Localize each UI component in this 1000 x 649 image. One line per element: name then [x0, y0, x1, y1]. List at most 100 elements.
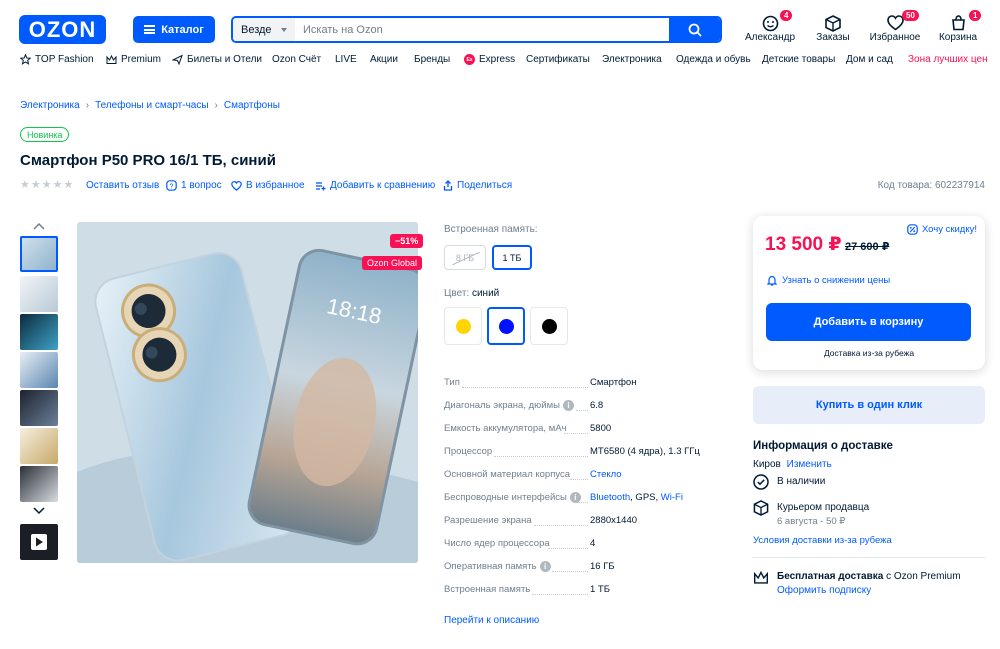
- nav-item-certificates[interactable]: Сертификаты: [526, 54, 590, 65]
- wifi-link[interactable]: Wi-Fi: [661, 492, 683, 503]
- header-cart[interactable]: 1 Корзина: [939, 10, 982, 43]
- chevron-right-icon: ›: [85, 100, 90, 111]
- info-icon[interactable]: i: [562, 400, 574, 411]
- want-discount-link[interactable]: Хочу скидку!: [907, 224, 977, 235]
- nav-item-clothes[interactable]: Одежда и обувь: [676, 54, 751, 65]
- spec-value: 16 ГБ: [590, 561, 615, 572]
- color-option-black[interactable]: [530, 307, 568, 345]
- search-scope-select[interactable]: Везде: [233, 18, 295, 41]
- spec-value: 2880x1440: [590, 515, 638, 526]
- nav-label: Зона лучших цен: [908, 54, 988, 65]
- premium-delivery-row: Бесплатная доставка с Ozon Premium Оформ…: [753, 571, 961, 596]
- nav-label: Электроника: [602, 54, 662, 65]
- to-description-link[interactable]: Перейти к описанию: [444, 615, 539, 626]
- spec-leader: [552, 571, 588, 572]
- nav-item-home-garden[interactable]: Дом и сад: [846, 54, 893, 65]
- chevron-down-icon[interactable]: [32, 506, 46, 516]
- question-icon: ?: [166, 180, 177, 191]
- change-city-link[interactable]: Изменить: [787, 459, 832, 470]
- in-stock-row: В наличии: [753, 474, 825, 490]
- breadcrumb: Электроника › Телефоны и смарт-часы › См…: [20, 100, 280, 111]
- ozon-logo[interactable]: OZON: [19, 15, 106, 44]
- catalog-button[interactable]: Каталог: [133, 16, 215, 43]
- user-icon: [760, 14, 780, 32]
- search-input[interactable]: [295, 18, 669, 41]
- thumbnail-image[interactable]: [20, 390, 58, 426]
- thumbnail-image[interactable]: [20, 236, 58, 272]
- delivery-title: Информация о доставке: [753, 440, 893, 452]
- spec-value-link[interactable]: Стекло: [590, 469, 622, 480]
- add-to-cart-button[interactable]: Добавить в корзину: [766, 303, 971, 341]
- nav-item-live[interactable]: LIVE: [335, 54, 357, 65]
- subscribe-link[interactable]: Оформить подписку: [777, 585, 961, 596]
- info-icon[interactable]: i: [539, 561, 551, 572]
- star-icon: [20, 54, 31, 65]
- chevron-right-icon: ›: [214, 100, 218, 111]
- nav-item-kids[interactable]: Детские товары: [762, 54, 835, 65]
- color-option-blue[interactable]: [487, 307, 525, 345]
- nav-label: Express: [479, 54, 516, 65]
- spec-value: 1 ТБ: [590, 584, 610, 595]
- memory-option-1tb[interactable]: 1 ТБ: [492, 245, 532, 270]
- spec-name: Число ядер процессора: [444, 538, 550, 549]
- search-button[interactable]: [669, 18, 720, 41]
- spec-name: Разрешение экрана: [444, 515, 532, 526]
- express-icon: Ex: [464, 54, 475, 65]
- spec-row: Процессор MT6580 (4 ядра), 1.3 ГГц: [444, 446, 700, 460]
- spec-row: Емкость аккумулятора, мАч 5800: [444, 423, 694, 437]
- breadcrumb-item[interactable]: Телефоны и смарт-часы: [95, 100, 208, 111]
- compare-label: Добавить к сравнению: [330, 180, 436, 191]
- questions-link[interactable]: ? 1 вопрос: [166, 180, 222, 191]
- thumbnail-image[interactable]: [20, 352, 58, 388]
- in-stock-label: В наличии: [777, 476, 826, 487]
- add-to-compare-link[interactable]: Добавить к сравнению: [315, 180, 435, 191]
- thumbnail-image[interactable]: [20, 314, 58, 350]
- thumbnail-image[interactable]: [20, 428, 58, 464]
- nav-item-top-fashion[interactable]: TOP Fashion: [20, 54, 94, 65]
- memory-option-label: Встроенная память:: [444, 224, 538, 235]
- buy-one-click-button[interactable]: Купить в один клик: [753, 386, 985, 424]
- delivery-conditions-link[interactable]: Условия доставки из-за рубежа: [753, 535, 892, 546]
- video-thumbnail[interactable]: [20, 524, 58, 560]
- add-to-favorites-link[interactable]: В избранное: [231, 180, 305, 191]
- nav-item-premium[interactable]: Premium: [106, 54, 161, 65]
- nav-item-brands[interactable]: Бренды: [414, 54, 450, 65]
- delivery-city-row: Киров Изменить: [753, 459, 832, 470]
- svg-text:?: ?: [170, 183, 174, 190]
- star-icon: ★: [52, 179, 63, 191]
- color-option-yellow[interactable]: [444, 307, 482, 345]
- favorites-label: В избранное: [246, 180, 305, 191]
- spec-leader: [532, 594, 588, 595]
- breadcrumb-item[interactable]: Смартфоны: [224, 100, 280, 111]
- nav-item-ozon-account[interactable]: Ozon Счёт: [272, 54, 321, 65]
- nav-item-express[interactable]: Ex Express: [464, 54, 515, 65]
- share-link[interactable]: Поделиться: [443, 180, 512, 191]
- breadcrumb-item[interactable]: Электроника: [20, 100, 80, 111]
- thumbnail-image[interactable]: [20, 276, 58, 312]
- spec-leader: [462, 387, 588, 388]
- courier-row: Курьером продавца 6 августа - 50 ₽: [753, 500, 869, 527]
- spec-value: MT6580 (4 ядра), 1.3 ГГц: [590, 446, 700, 457]
- nav-item-best-prices[interactable]: Зона лучших цен: [908, 54, 988, 65]
- spec-row: Разрешение экрана 2880x1440: [444, 515, 694, 529]
- nav-item-tickets[interactable]: Билеты и Отели: [172, 54, 262, 65]
- nav-label: Сертификаты: [526, 54, 590, 65]
- spec-leader: [570, 479, 588, 480]
- chevron-up-icon[interactable]: [32, 221, 46, 231]
- nav-item-electronics[interactable]: Электроника: [602, 54, 662, 65]
- header-orders[interactable]: Заказы: [816, 14, 850, 43]
- memory-option-8gb[interactable]: 8 ГБ: [444, 245, 486, 270]
- product-meta-row: ★ ★ ★ ★ ★ Оставить отзыв ? 1 вопрос В избран…: [20, 179, 985, 193]
- nav-item-sales[interactable]: Акции: [370, 54, 398, 65]
- bluetooth-link[interactable]: Bluetooth: [590, 492, 630, 503]
- box-icon: [753, 500, 769, 516]
- discount-icon: [907, 224, 918, 235]
- product-main-image[interactable]: 18:18: [77, 222, 418, 563]
- header-user[interactable]: 4 Александр: [745, 10, 795, 43]
- price-drop-notify-link[interactable]: Узнать о снижении цены: [767, 275, 890, 286]
- search-icon: [688, 23, 701, 36]
- thumbnail-image[interactable]: [20, 466, 58, 502]
- leave-review-link[interactable]: Оставить отзыв: [86, 180, 159, 191]
- spec-name: Диагональ экрана, дюймы i: [444, 400, 574, 411]
- header-favorites[interactable]: 50 Избранное: [870, 10, 920, 43]
